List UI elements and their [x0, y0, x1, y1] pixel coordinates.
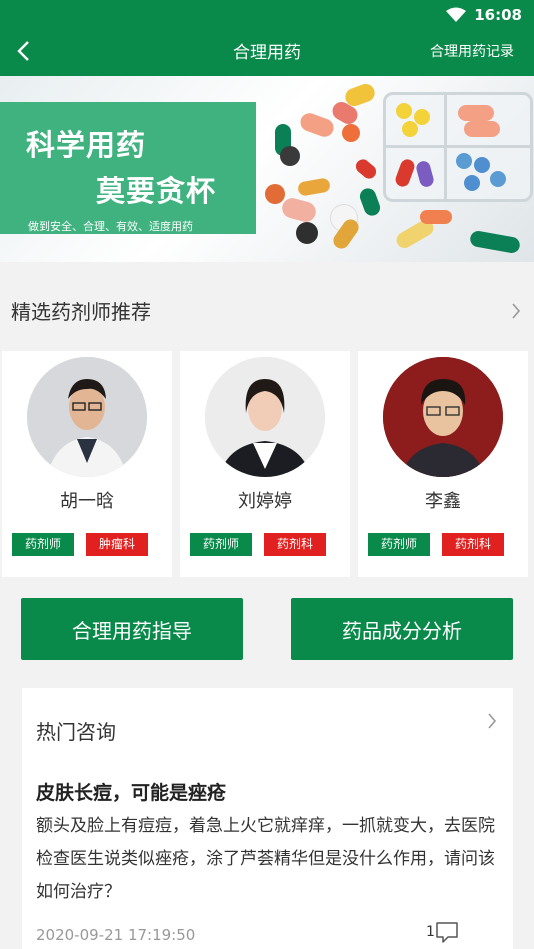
- section-title: 精选药剂师推荐: [11, 300, 151, 324]
- promo-banner[interactable]: 科学用药 莫要贪杯 做到安全、合理、有效、适度用药: [0, 76, 534, 262]
- medication-records-link[interactable]: 合理用药记录: [430, 41, 514, 61]
- question-title[interactable]: 皮肤长痘，可能是痤疮: [36, 778, 226, 805]
- pill-decoration: [297, 177, 331, 197]
- pill-decoration: [468, 229, 522, 255]
- pill-decoration: [296, 222, 318, 244]
- pill-organizer-decoration: [383, 92, 533, 202]
- pill-decoration: [342, 124, 360, 142]
- banner-headline-2: 莫要贪杯: [96, 174, 217, 208]
- pharmacist-name: 李鑫: [425, 491, 461, 512]
- question-body: 额头及脸上有痘痘，着急上火它就痒痒，一抓就变大，去医院检查医生说类似痤疮，涂了芦…: [36, 816, 495, 902]
- pharmacist-card[interactable]: 刘婷婷 药剂师 药剂科: [180, 351, 350, 577]
- avatar: [383, 357, 503, 477]
- hot-consultation-card[interactable]: 热门咨询 皮肤长痘，可能是痤疮 额头及脸上有痘痘，着急上火它就痒痒，一抓就变大，…: [22, 688, 513, 949]
- avatar: [205, 357, 325, 477]
- pill-decoration: [357, 186, 383, 218]
- comment-icon[interactable]: [434, 920, 460, 946]
- department-badge: 肿瘤科: [86, 533, 148, 556]
- pill-decoration: [297, 110, 337, 140]
- banner-subtitle: 做到安全、合理、有效、适度用药: [28, 220, 193, 233]
- pill-decoration: [280, 146, 300, 166]
- pill-decoration: [265, 184, 285, 204]
- department-badge: 药剂科: [264, 533, 326, 556]
- chevron-right-icon[interactable]: [487, 712, 497, 730]
- wifi-icon: [446, 7, 467, 22]
- chevron-right-icon: [512, 303, 521, 319]
- banner-headline-1: 科学用药: [26, 128, 147, 162]
- consultation-section-title: 热门咨询: [36, 720, 116, 744]
- pill-decoration: [279, 195, 319, 225]
- department-badge: 药剂科: [442, 533, 504, 556]
- medication-guidance-button[interactable]: 合理用药指导: [21, 598, 243, 660]
- question-date: 2020-09-21 17:19:50: [36, 926, 196, 944]
- pharmacist-card[interactable]: 李鑫 药剂师 药剂科: [358, 351, 528, 577]
- status-bar: 16:08: [446, 5, 522, 25]
- drug-ingredient-analysis-button[interactable]: 药品成分分析: [291, 598, 513, 660]
- banner-text-panel: 科学用药 莫要贪杯 做到安全、合理、有效、适度用药: [0, 102, 256, 234]
- pill-decoration: [353, 156, 379, 182]
- top-bar: 16:08 合理用药 合理用药记录: [0, 0, 534, 76]
- role-badge: 药剂师: [190, 533, 252, 556]
- pharmacist-name: 刘婷婷: [238, 491, 292, 512]
- role-badge: 药剂师: [368, 533, 430, 556]
- pill-decoration: [420, 210, 452, 224]
- avatar: [27, 357, 147, 477]
- status-time: 16:08: [474, 6, 522, 24]
- pharmacist-name: 胡一晗: [60, 491, 114, 512]
- featured-pharmacists-header[interactable]: 精选药剂师推荐: [0, 262, 534, 352]
- role-badge: 药剂师: [12, 533, 74, 556]
- pharmacist-card[interactable]: 胡一晗 药剂师 肿瘤科: [2, 351, 172, 577]
